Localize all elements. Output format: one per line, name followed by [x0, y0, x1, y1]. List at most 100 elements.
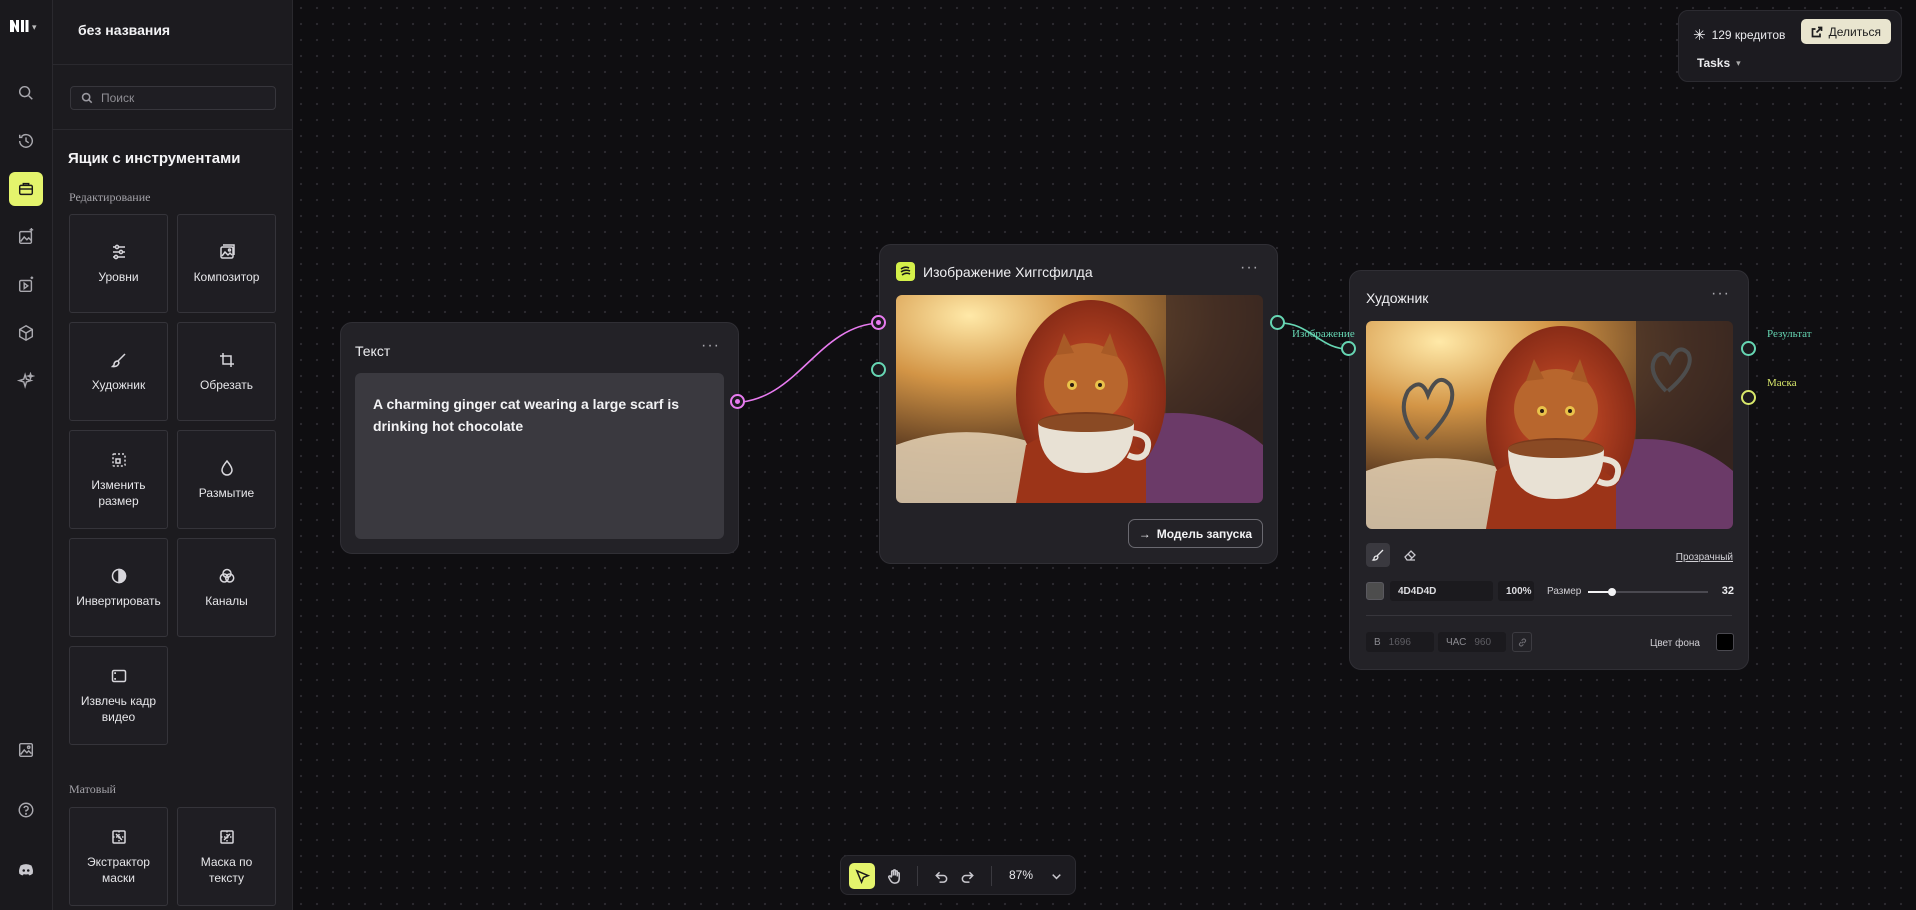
divider — [53, 129, 292, 130]
tool-compositor[interactable]: Композитор — [177, 214, 276, 313]
tool-label: Экстрактор маски — [87, 854, 150, 885]
tool-blur[interactable]: Размытие — [177, 430, 276, 529]
more-icon[interactable]: ··· — [701, 337, 720, 355]
cat-image — [896, 295, 1263, 503]
asterisk-icon: ✳ — [1693, 27, 1706, 44]
transparent-link[interactable]: Прозрачный — [1676, 552, 1733, 563]
painter-input-label: Изображение — [1292, 328, 1355, 340]
video-icon — [18, 276, 34, 293]
share-button[interactable]: Делиться — [1800, 19, 1891, 44]
credits-display[interactable]: ✳ 129 кредитов — [1693, 26, 1785, 44]
brush-color-swatch[interactable] — [1366, 582, 1384, 600]
toolbox-search-input[interactable] — [101, 91, 261, 105]
higgsfield-image-node[interactable]: Изображение Хиггсфилда ··· → Модель запу… — [879, 244, 1278, 564]
sliders-icon — [112, 244, 125, 259]
mask-icon — [111, 829, 126, 844]
hand-icon — [887, 868, 900, 884]
toolbar-separator — [917, 866, 918, 886]
rail-gallery-button[interactable] — [9, 733, 43, 767]
node-title: Художник — [1366, 290, 1429, 306]
cube-icon — [18, 324, 34, 342]
redo-icon — [961, 871, 974, 883]
tool-mask-extractor[interactable]: Экстрактор маски — [69, 807, 168, 906]
height-field[interactable]: ЧАС 960 — [1438, 632, 1506, 652]
rail-help-button[interactable] — [9, 793, 43, 827]
tool-resize[interactable]: Изменить размер — [69, 430, 168, 529]
image-output-port[interactable] — [1270, 315, 1285, 330]
droplet-icon — [220, 459, 233, 476]
tool-label: Размытие — [198, 485, 255, 500]
result-output-port[interactable] — [1741, 341, 1756, 356]
frame-icon — [111, 669, 126, 682]
size-value: 32 — [1721, 585, 1734, 597]
tool-levels[interactable]: Уровни — [69, 214, 168, 313]
painter-node[interactable]: Художник ··· Прозрачный 4D4D4D 100% Разм… — [1349, 270, 1749, 670]
chevron-down-icon — [1051, 873, 1061, 879]
credits-text: 129 кредитов — [1711, 28, 1786, 42]
undo-icon — [934, 871, 947, 883]
tool-label: Инвертировать — [76, 593, 161, 608]
zoom-dropdown-button[interactable] — [1043, 863, 1069, 889]
redo-button[interactable] — [955, 863, 981, 889]
brush-tool-button[interactable] — [1366, 543, 1390, 567]
text-output-port[interactable] — [730, 394, 745, 409]
arrow-right-icon: → — [1138, 526, 1151, 541]
gallery-icon — [18, 742, 34, 758]
search-icon — [18, 85, 33, 100]
rail-toolbox-button[interactable] — [9, 172, 43, 206]
tool-label: Маска по тексту — [200, 854, 253, 885]
rail-history-button[interactable] — [9, 124, 43, 158]
prompt-textarea[interactable]: A charming ginger cat wearing a large sc… — [355, 373, 724, 539]
link-icon — [1518, 637, 1526, 647]
more-icon[interactable]: ··· — [1240, 259, 1259, 277]
size-label: Размер — [1547, 586, 1582, 597]
rail-3d-button[interactable] — [9, 316, 43, 350]
toolbar-separator — [991, 866, 992, 886]
rail-discord-button[interactable] — [9, 853, 43, 887]
chevron-down-icon: ▾ — [1736, 57, 1741, 68]
undo-button[interactable] — [927, 863, 953, 889]
zoom-level[interactable]: 87% — [1009, 868, 1033, 882]
text-node[interactable]: Текст ··· A charming ginger cat wearing … — [340, 322, 739, 554]
select-tool-button[interactable] — [849, 863, 875, 889]
rail-search-button[interactable] — [9, 76, 43, 110]
generated-image — [896, 295, 1263, 503]
toolbox-search[interactable] — [70, 86, 276, 110]
size-slider-thumb[interactable] — [1608, 588, 1616, 596]
bg-color-label: Цвет фона — [1649, 638, 1700, 649]
tool-text-mask[interactable]: Маска по тексту — [177, 807, 276, 906]
mask-output-port[interactable] — [1741, 390, 1756, 405]
run-model-button[interactable]: → Модель запуска — [1127, 519, 1263, 548]
tasks-dropdown[interactable]: Tasks ▾ — [1697, 56, 1741, 70]
tool-extract-frame[interactable]: Извлечь кадр видео — [69, 646, 168, 745]
rail-video-button[interactable] — [9, 268, 43, 302]
help-icon — [18, 802, 34, 818]
cat-image — [1366, 321, 1733, 529]
rail-image-edit-button[interactable] — [9, 220, 43, 254]
tool-invert[interactable]: Инвертировать — [69, 538, 168, 637]
document-title[interactable]: без названия — [78, 22, 170, 38]
width-field[interactable]: В 1696 — [1366, 632, 1434, 652]
more-icon[interactable]: ··· — [1711, 285, 1730, 303]
rail-sparkle-button[interactable] — [9, 364, 43, 398]
painter-image-input-port[interactable] — [1341, 341, 1356, 356]
tool-channels[interactable]: Каналы — [177, 538, 276, 637]
eraser-tool-button[interactable] — [1398, 543, 1422, 567]
tool-crop[interactable]: Обрезать — [177, 322, 276, 421]
width-value: 1696 — [1388, 636, 1411, 648]
run-label: Модель запуска — [1156, 526, 1252, 541]
tool-painter[interactable]: Художник — [69, 322, 168, 421]
bg-color-swatch[interactable] — [1716, 633, 1734, 651]
app-logo[interactable]: ▾ — [8, 16, 44, 38]
brush-opacity[interactable]: 100% — [1498, 581, 1534, 601]
pan-tool-button[interactable] — [881, 863, 907, 889]
icon-rail: ▾ — [0, 0, 53, 910]
prompt-input-port[interactable] — [871, 315, 886, 330]
size-slider[interactable] — [1588, 588, 1708, 596]
image-input-port[interactable] — [871, 362, 886, 377]
link-dimensions-button[interactable] — [1512, 632, 1532, 652]
sparkle-icon — [17, 372, 35, 389]
painter-image[interactable] — [1366, 321, 1733, 529]
brush-color-hex[interactable]: 4D4D4D — [1390, 581, 1493, 601]
result-port-label: Результат — [1767, 328, 1812, 340]
